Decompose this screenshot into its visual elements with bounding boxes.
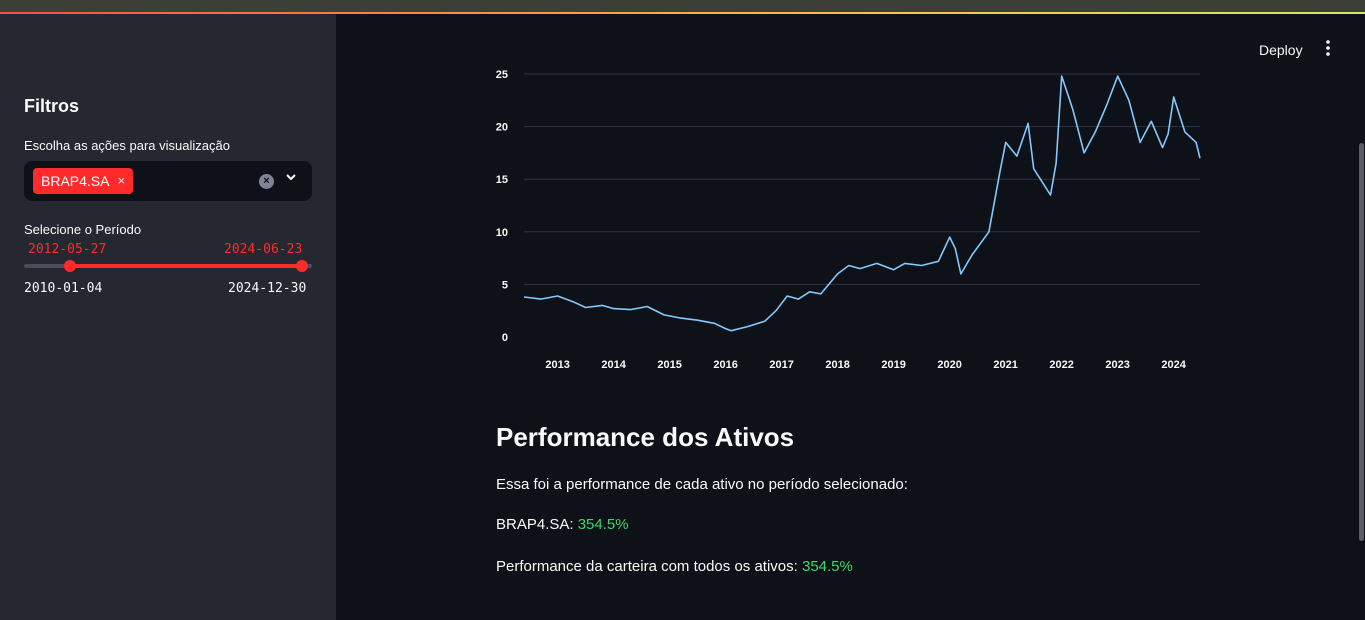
- asset-performance-row: BRAP4.SA: 354.5%: [496, 516, 629, 533]
- period-slider-label: Selecione o Período: [24, 222, 142, 237]
- stock-select-label: Escolha as ações para visualização: [24, 138, 230, 153]
- scrollbar[interactable]: [1359, 143, 1364, 541]
- slider-range-fill: [70, 264, 302, 268]
- performance-description: Essa foi a performance de cada ativo no …: [496, 476, 908, 493]
- price-line-chart: 0 5 10 15 20 25 2013 2014 2015 2016 2017 2018 2019 20…: [496, 69, 1201, 371]
- chevron-down-icon[interactable]: [285, 171, 297, 183]
- sidebar-title: Filtros: [24, 96, 80, 116]
- x-tick-label: 2020: [937, 359, 961, 371]
- y-tick-label: 0: [502, 332, 508, 344]
- chip-label: BRAP4.SA: [41, 173, 110, 189]
- performance-heading: Performance dos Ativos: [496, 422, 795, 452]
- price-series-line: [523, 75, 1201, 332]
- y-tick-label: 20: [496, 122, 508, 134]
- stock-multiselect[interactable]: BRAP4.SA × ×: [24, 161, 312, 201]
- x-tick-label: 2024: [1161, 359, 1186, 371]
- x-tick-label: 2018: [825, 359, 849, 371]
- y-tick-label: 25: [496, 69, 508, 81]
- slider-end-value: 2024-06-23: [224, 242, 303, 257]
- x-tick-label: 2013: [545, 359, 569, 371]
- slider-start-value: 2012-05-27: [28, 242, 107, 257]
- y-tick-label: 10: [496, 227, 508, 239]
- portfolio-performance-label: Performance da carteira com todos os ati…: [496, 558, 798, 575]
- clear-all-icon[interactable]: ×: [259, 174, 274, 189]
- slider-end-handle[interactable]: [296, 260, 308, 272]
- x-tick-label: 2016: [713, 359, 737, 371]
- kebab-menu-icon[interactable]: [1322, 38, 1334, 58]
- portfolio-performance-value: 354.5%: [801, 558, 853, 575]
- slider-max-label: 2024-12-30: [228, 281, 307, 296]
- y-tick-label: 5: [502, 279, 508, 291]
- x-tick-label: 2014: [601, 359, 626, 371]
- deploy-button[interactable]: Deploy: [1259, 42, 1303, 58]
- x-tick-label: 2015: [657, 359, 681, 371]
- asset-performance-value: 354.5%: [577, 516, 629, 533]
- x-tick-label: 2022: [1049, 359, 1073, 371]
- y-tick-label: 15: [496, 174, 508, 186]
- x-tick-label: 2021: [993, 359, 1017, 371]
- slider-start-handle[interactable]: [64, 260, 76, 272]
- selected-stock-chip[interactable]: BRAP4.SA ×: [33, 168, 134, 194]
- slider-min-label: 2010-01-04: [24, 281, 103, 296]
- chip-remove-icon[interactable]: ×: [117, 168, 125, 194]
- asset-performance-label: BRAP4.SA:: [496, 516, 574, 533]
- x-tick-label: 2023: [1105, 359, 1129, 371]
- x-tick-label: 2017: [769, 359, 793, 371]
- portfolio-performance-row: Performance da carteira com todos os ati…: [496, 558, 853, 575]
- x-tick-label: 2019: [881, 359, 905, 371]
